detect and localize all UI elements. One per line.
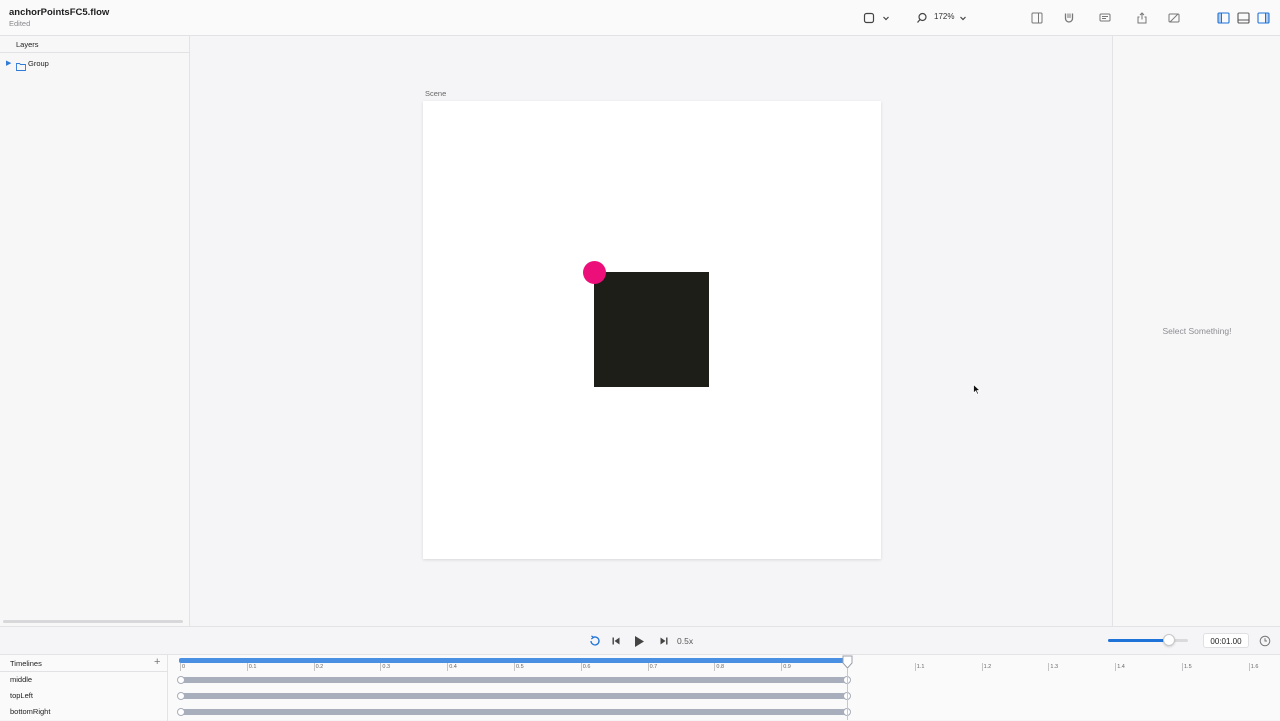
ruler-tick (647, 663, 649, 671)
zoom-level[interactable]: 172% (934, 12, 954, 21)
ruler-tick-label: 1.1 (916, 664, 925, 670)
ruler-tick-label: 0.1 (248, 664, 257, 670)
toggle-right-panel-icon[interactable] (1256, 11, 1270, 25)
ruler-tick-label: 0.7 (649, 664, 658, 670)
skip-forward-icon[interactable] (657, 634, 671, 648)
ruler-tick-label: 1.3 (1050, 664, 1059, 670)
export-icon[interactable] (1167, 11, 1181, 25)
playback-slider[interactable] (1108, 634, 1188, 646)
ruler-tick-label: 0.4 (449, 664, 457, 670)
timeline-ruler[interactable]: 0 0.1 0.2 0.3 0.4 0.5 0.6 0.7 0.8 0.9 1.1 1.2 1.3 1.4… (176, 655, 1280, 672)
ruler-tick (580, 663, 582, 671)
ruler-tick (380, 663, 382, 671)
document-status: Edited (9, 19, 31, 28)
folder-icon (16, 58, 26, 76)
slider-fill (1108, 639, 1169, 642)
layer-item-group[interactable]: ▶ Group (0, 56, 189, 71)
ruler-tick-label: 0.2 (315, 664, 324, 670)
canvas[interactable]: Scene (191, 36, 1112, 626)
zoom-chevron-down-icon[interactable] (956, 11, 970, 25)
ruler-tick (914, 663, 916, 671)
inspector-empty-message: Select Something! (1162, 326, 1232, 336)
timelines-panel: Timelines + middle topLeft bottomRight 0… (0, 654, 1280, 721)
playhead-line (847, 668, 848, 720)
inspector-panel: Select Something! (1112, 36, 1280, 626)
toolbar: anchorPointsFC5.flow Edited 172% (0, 0, 1280, 36)
timelines-title: Timelines (10, 659, 42, 668)
ruler-tick-label: 1.5 (1184, 664, 1192, 670)
time-display[interactable]: 00:01.00 (1203, 633, 1249, 648)
magnet-icon[interactable] (1062, 11, 1076, 25)
scene-artboard[interactable] (423, 101, 881, 559)
track-bar-bottomright[interactable] (177, 708, 851, 716)
ruler-tick-label: 1.6 (1250, 664, 1259, 670)
sidebar-scrollbar[interactable] (3, 620, 183, 623)
ruler-tick (1115, 663, 1117, 671)
anchor-point-dot[interactable] (583, 261, 606, 284)
ruler-tick-label: 0.6 (582, 664, 591, 670)
timelines-list: Timelines + middle topLeft bottomRight (0, 655, 168, 721)
track-name-topleft[interactable]: topLeft (10, 691, 33, 700)
add-timeline-plus-icon[interactable]: + (154, 656, 160, 668)
ruler-tick (781, 663, 783, 671)
zoom-magnifier-icon[interactable] (915, 11, 929, 25)
track-name-middle[interactable]: middle (10, 675, 32, 684)
ruler-tick (313, 663, 315, 671)
toggle-left-panel-icon[interactable] (1216, 11, 1230, 25)
ruler-tick (1248, 663, 1250, 671)
skip-back-icon[interactable] (609, 634, 623, 648)
ruler-tick (981, 663, 983, 671)
layers-panel: Layers ▶ Group (0, 36, 190, 626)
document-title: anchorPointsFC5.flow (9, 7, 110, 18)
toggle-bottom-panel-icon[interactable] (1236, 11, 1250, 25)
layers-header: Layers (0, 36, 189, 53)
ruler-tick (1048, 663, 1050, 671)
ruler-tick (1182, 663, 1183, 671)
shape-tool-chevron-down-icon[interactable] (879, 11, 893, 25)
track-bar-topleft[interactable] (177, 692, 851, 700)
ruler-tick-label: 0.9 (783, 664, 791, 670)
inspector-panel-icon[interactable] (1030, 11, 1044, 25)
keyframe-start[interactable] (177, 692, 185, 700)
ruler-tick (714, 663, 716, 671)
ruler-tick-label: 0.5 (516, 664, 524, 670)
ruler-tick-label: 0.3 (382, 664, 391, 670)
track-name-bottomright[interactable]: bottomRight (10, 707, 50, 716)
layer-label: Group (28, 59, 49, 68)
scene-label: Scene (425, 89, 447, 98)
ruler-tick (180, 663, 181, 671)
ruler-tick (447, 663, 449, 671)
shape-tool-icon[interactable] (862, 11, 876, 25)
track-bar-middle[interactable] (177, 676, 851, 684)
playback-bar: 0.5x 00:01.00 (0, 626, 1280, 654)
keyframe-start[interactable] (177, 676, 185, 684)
clock-icon[interactable] (1258, 634, 1272, 648)
ruler-progress-fill (179, 658, 847, 663)
share-icon[interactable] (1135, 11, 1149, 25)
disclosure-triangle-icon[interactable]: ▶ (6, 59, 11, 67)
play-icon[interactable] (632, 634, 646, 648)
ruler-tick (514, 663, 515, 671)
ruler-tick-label: 0.8 (716, 664, 725, 670)
slider-knob[interactable] (1162, 634, 1175, 646)
keyframe-start[interactable] (177, 708, 185, 716)
playback-speed[interactable]: 0.5x (677, 636, 693, 646)
ruler-tick-label: 1.2 (983, 664, 992, 670)
black-square-shape[interactable] (594, 272, 709, 387)
loop-icon[interactable] (588, 634, 602, 648)
ruler-tick-label: 1.4 (1117, 664, 1125, 670)
playhead-handle[interactable] (842, 655, 853, 669)
mouse-cursor-icon (973, 382, 982, 400)
comment-icon[interactable] (1098, 11, 1112, 25)
ruler-tick (246, 663, 248, 671)
ruler-tick-label: 0 (182, 664, 186, 670)
timelines-header: Timelines + (0, 655, 168, 672)
